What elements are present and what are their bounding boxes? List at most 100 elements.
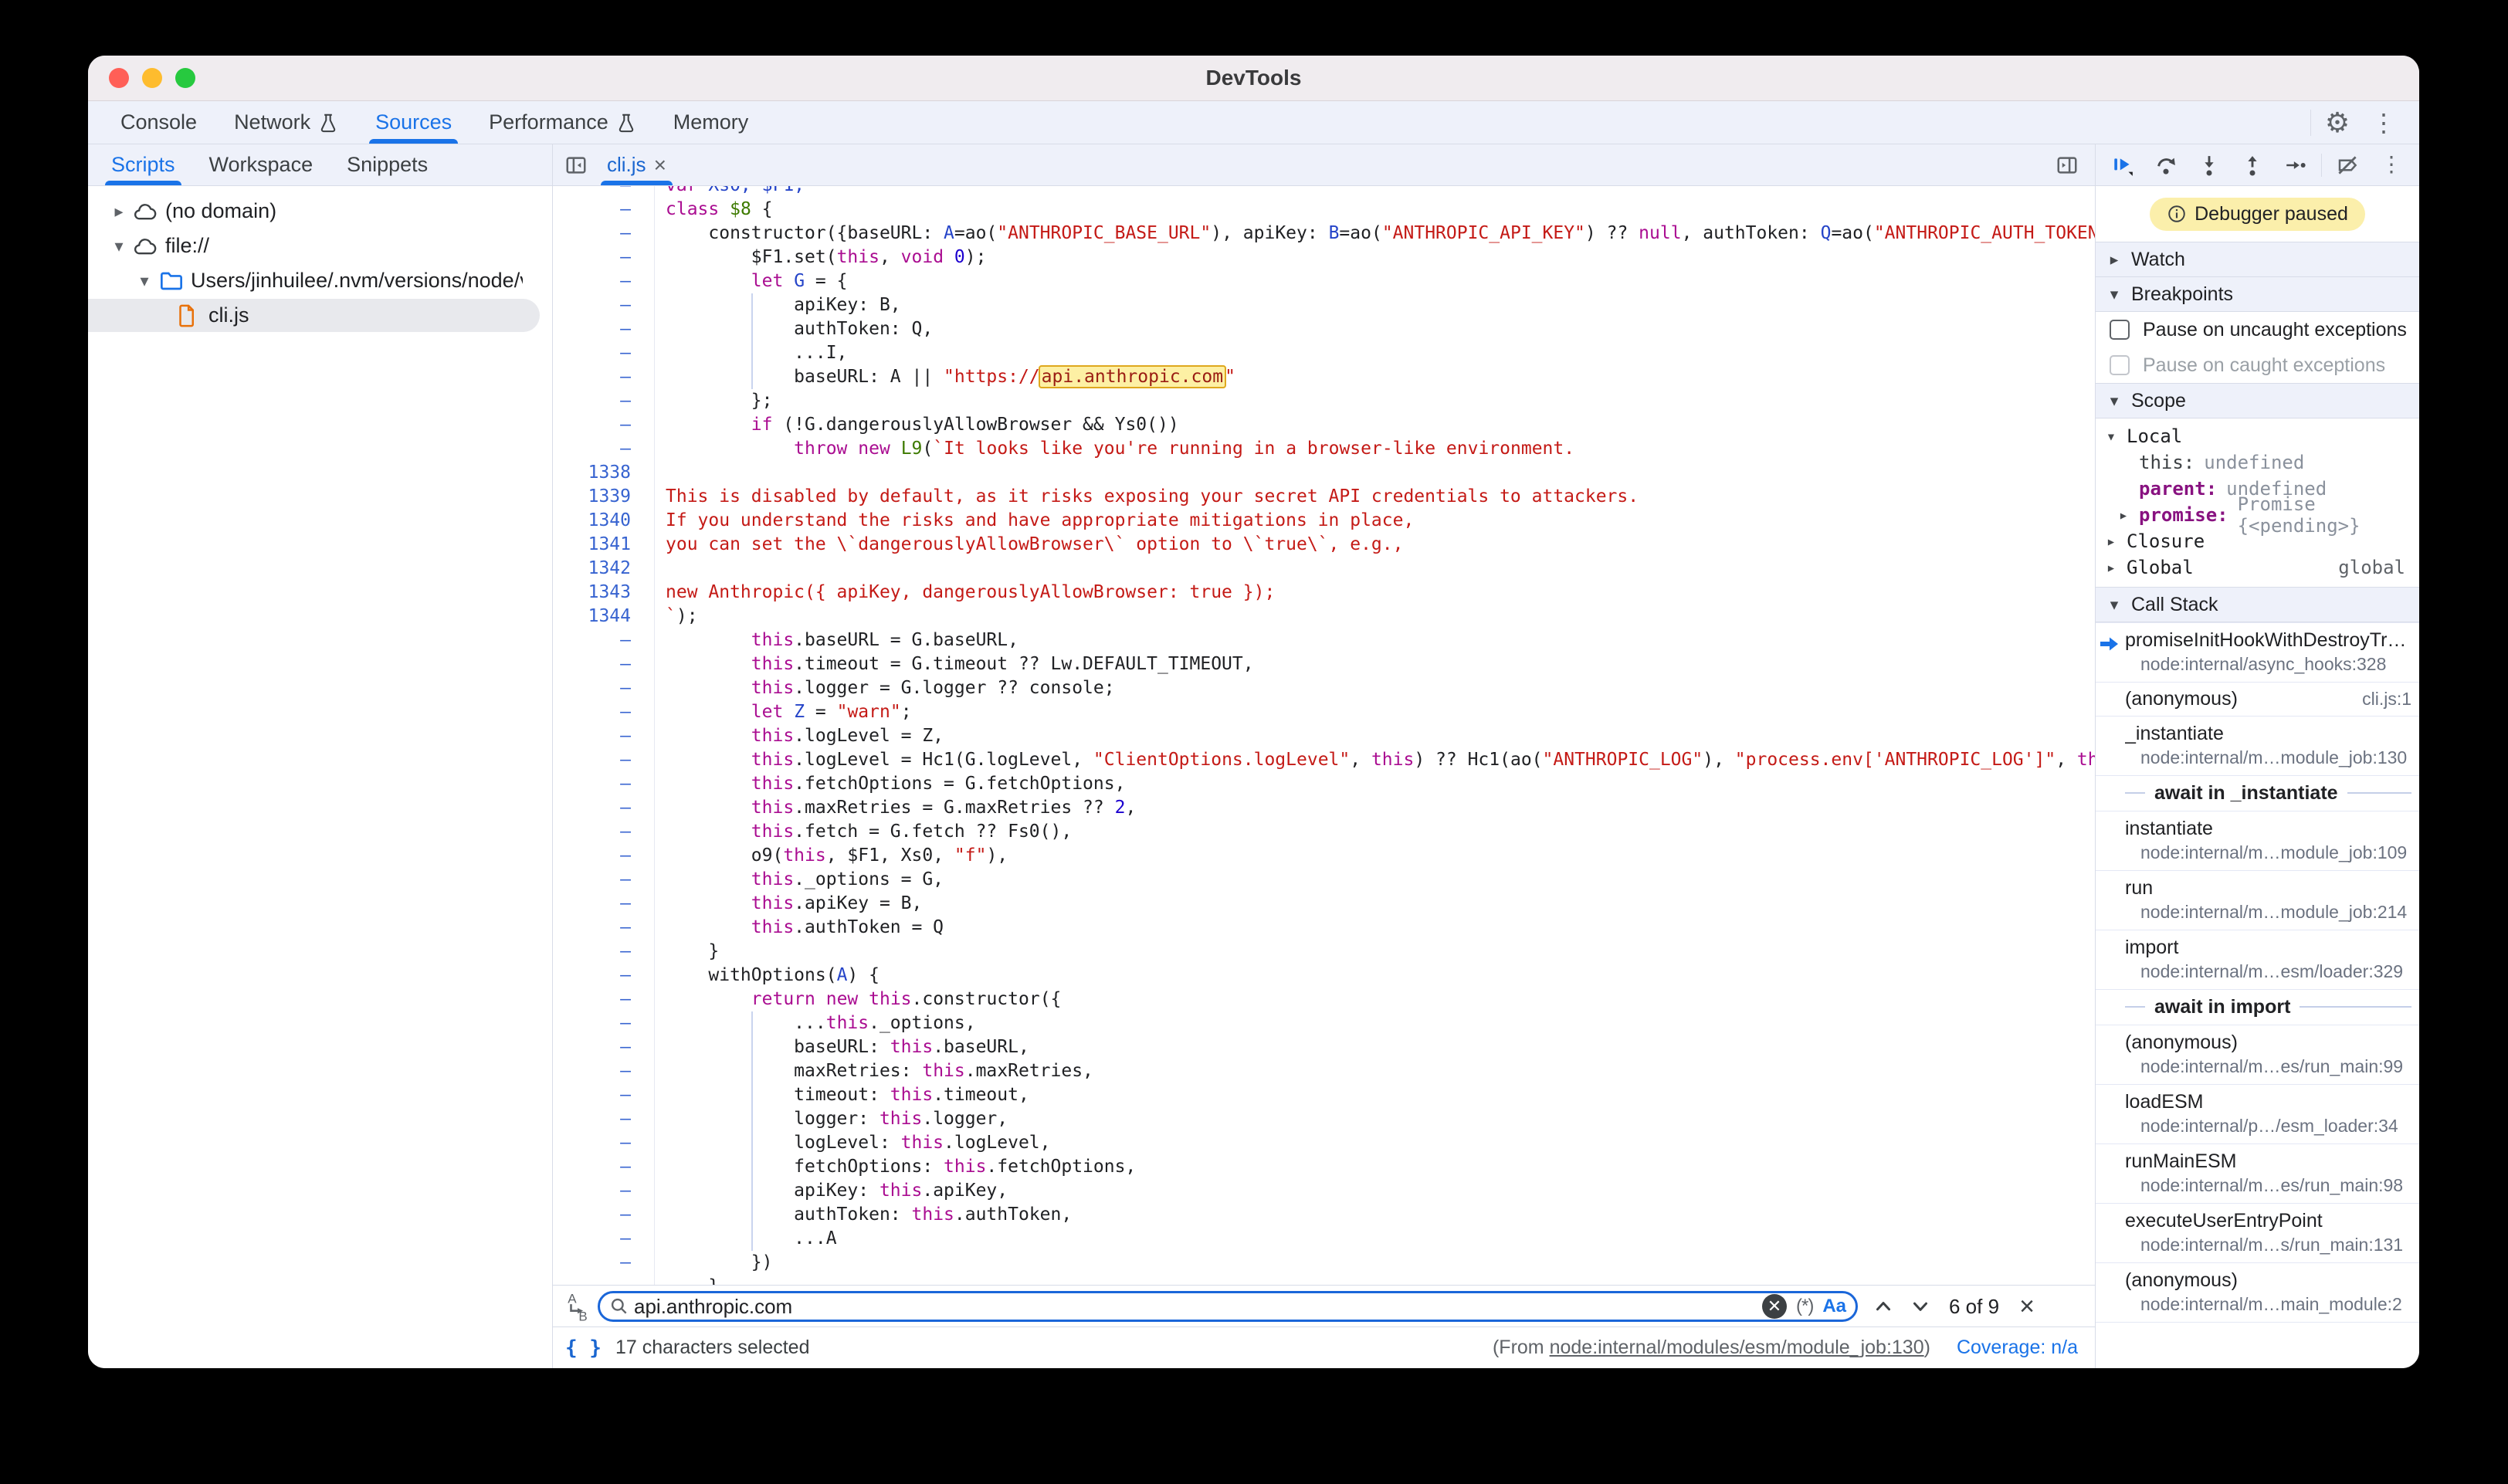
sidebar-editor-divider[interactable] <box>552 144 553 1368</box>
navigator-tab-snippets[interactable]: Snippets <box>330 144 445 185</box>
line-number[interactable]: – <box>553 1203 654 1227</box>
scope-global[interactable]: ▸Globalglobal <box>2096 554 2419 581</box>
line-number[interactable]: – <box>553 222 654 246</box>
tree-item-file-[interactable]: ▾file:// <box>88 229 552 263</box>
code-line[interactable]: – baseURL: this.baseURL, <box>553 1035 2095 1059</box>
code-line[interactable]: – apiKey: this.apiKey, <box>553 1179 2095 1203</box>
step-icon[interactable] <box>2278 147 2313 183</box>
code-line[interactable]: 1342 <box>553 557 2095 581</box>
line-number[interactable]: – <box>553 892 654 916</box>
search-input[interactable] <box>629 1295 1762 1319</box>
line-number[interactable]: – <box>553 293 654 317</box>
line-number[interactable]: – <box>553 1035 654 1059</box>
call-stack-frame[interactable]: (anonymous)node:internal/m…main_module:2 <box>2096 1263 2419 1323</box>
call-stack-frame[interactable]: executeUserEntryPointnode:internal/m…s/r… <box>2096 1204 2419 1263</box>
line-number[interactable]: – <box>553 1131 654 1155</box>
search-box[interactable]: ✕ (*) Aa <box>598 1291 1858 1322</box>
line-number[interactable]: – <box>553 1059 654 1083</box>
disclosure-right-icon[interactable]: ▸ <box>2103 532 2119 551</box>
code-line[interactable]: – fetchOptions: this.fetchOptions, <box>553 1155 2095 1179</box>
code-line[interactable]: – this.authToken = Q <box>553 916 2095 940</box>
step-into-icon[interactable] <box>2191 147 2227 183</box>
code-editor[interactable]: –var Xs0, $F1;–class $8 {– constructor({… <box>553 186 2095 1286</box>
line-number[interactable]: 1341 <box>553 533 654 557</box>
line-number[interactable]: – <box>553 246 654 269</box>
code-line[interactable]: – if (!G.dangerouslyAllowBrowser && Ys0(… <box>553 413 2095 437</box>
line-number[interactable]: – <box>553 365 654 389</box>
tab-performance[interactable]: Performance <box>470 101 655 144</box>
disclosure-down-icon[interactable]: ▾ <box>2103 427 2119 446</box>
line-number[interactable]: – <box>553 772 654 796</box>
navigator-tab-workspace[interactable]: Workspace <box>192 144 330 185</box>
disclosure-right-icon[interactable]: ▸ <box>2103 558 2119 577</box>
code-line[interactable]: – maxRetries: this.maxRetries, <box>553 1059 2095 1083</box>
scope-closure[interactable]: ▸Closure <box>2096 528 2419 554</box>
toggle-debugger-sidebar-icon[interactable] <box>2050 148 2095 182</box>
line-number[interactable]: – <box>553 437 654 461</box>
line-number[interactable]: 1342 <box>553 557 654 581</box>
settings-gear-icon[interactable]: ⚙ <box>2317 105 2357 141</box>
next-match-icon[interactable] <box>1909 1295 1932 1318</box>
line-number[interactable]: – <box>553 1107 654 1131</box>
line-number[interactable]: – <box>553 198 654 222</box>
code-line[interactable]: 1340If you understand the risks and have… <box>553 509 2095 533</box>
resume-script-icon[interactable] <box>2105 147 2140 183</box>
code-line[interactable]: – ...A <box>553 1227 2095 1251</box>
line-number[interactable]: 1338 <box>553 461 654 485</box>
scope-this[interactable]: this:undefined <box>2096 449 2419 476</box>
code-line[interactable]: – }; <box>553 389 2095 413</box>
deactivate-breakpoints-icon[interactable] <box>2330 147 2365 183</box>
line-number[interactable]: – <box>553 964 654 988</box>
checkbox[interactable] <box>2110 320 2130 340</box>
close-search-icon[interactable]: × <box>2019 1292 2035 1322</box>
match-case-toggle[interactable]: Aa <box>1822 1296 1846 1317</box>
call-stack-frame[interactable]: (anonymous)cli.js:1 <box>2096 683 2419 717</box>
collapse-navigator-icon[interactable] <box>559 148 593 182</box>
code-line[interactable]: – ...this._options, <box>553 1011 2095 1035</box>
kebab-menu-icon[interactable]: ⋮ <box>2364 105 2404 141</box>
scope-local[interactable]: ▾Local <box>2096 423 2419 449</box>
code-line[interactable]: – baseURL: A || "https://api.anthropic.c… <box>553 365 2095 389</box>
disclosure-right-icon[interactable]: ▸ <box>109 202 129 222</box>
line-number[interactable]: – <box>553 820 654 844</box>
code-line[interactable]: 1338 <box>553 461 2095 485</box>
code-line[interactable]: – let Z = "warn"; <box>553 700 2095 724</box>
tab-memory[interactable]: Memory <box>655 101 768 144</box>
line-number[interactable]: – <box>553 940 654 964</box>
pretty-print-icon[interactable]: { } <box>565 1337 602 1360</box>
call-stack-frame[interactable]: runMainESMnode:internal/m…es/run_main:98 <box>2096 1144 2419 1204</box>
disclosure-right-icon[interactable]: ▸ <box>2116 506 2131 524</box>
code-line[interactable]: 1339This is disabled by default, as it r… <box>553 485 2095 509</box>
line-number[interactable]: – <box>553 1155 654 1179</box>
source-mapped-from[interactable]: (From node:internal/modules/esm/module_j… <box>1493 1337 1930 1359</box>
line-number[interactable]: – <box>553 1227 654 1251</box>
code-line[interactable]: – this.logger = G.logger ?? console; <box>553 676 2095 700</box>
line-number[interactable]: – <box>553 628 654 652</box>
code-line[interactable]: – timeout: this.timeout, <box>553 1083 2095 1107</box>
code-line[interactable]: – logLevel: this.logLevel, <box>553 1131 2095 1155</box>
scope-promise[interactable]: ▸promise:Promise {<pending>} <box>2096 502 2419 528</box>
code-line[interactable]: – }) <box>553 1251 2095 1275</box>
code-line[interactable]: – } <box>553 940 2095 964</box>
code-line[interactable]: –var Xs0, $F1; <box>553 186 2095 198</box>
editor-sidebar-divider[interactable] <box>2095 144 2096 1368</box>
step-over-icon[interactable] <box>2148 147 2184 183</box>
code-line[interactable]: – this.maxRetries = G.maxRetries ?? 2, <box>553 796 2095 820</box>
code-line[interactable]: – ...I, <box>553 341 2095 365</box>
line-number[interactable]: – <box>553 748 654 772</box>
code-line[interactable]: – constructor({baseURL: A=ao("ANTHROPIC_… <box>553 222 2095 246</box>
call-stack-frame[interactable]: runnode:internal/m…module_job:214 <box>2096 871 2419 930</box>
code-line[interactable]: – this.timeout = G.timeout ?? Lw.DEFAULT… <box>553 652 2095 676</box>
code-line[interactable]: – apiKey: B, <box>553 293 2095 317</box>
code-line[interactable]: – } <box>553 1275 2095 1286</box>
line-number[interactable]: – <box>553 700 654 724</box>
line-number[interactable]: – <box>553 676 654 700</box>
tab-close-icon[interactable]: × <box>654 153 666 178</box>
code-line[interactable]: – this.logLevel = Z, <box>553 724 2095 748</box>
call-stack-frame[interactable]: importnode:internal/m…esm/loader:329 <box>2096 930 2419 990</box>
code-line[interactable]: – o9(this, $F1, Xs0, "f"), <box>553 844 2095 868</box>
breakpoint-option[interactable]: Pause on caught exceptions <box>2096 347 2419 383</box>
line-number[interactable]: – <box>553 868 654 892</box>
section-scope[interactable]: ▾Scope <box>2096 383 2419 418</box>
code-line[interactable]: – withOptions(A) { <box>553 964 2095 988</box>
